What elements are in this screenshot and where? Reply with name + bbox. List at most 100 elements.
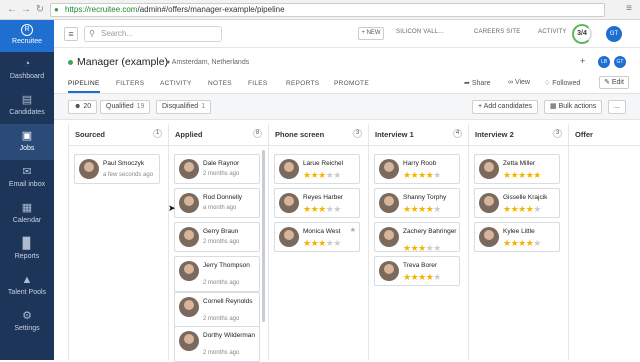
star-icon[interactable]: ★ <box>350 226 356 234</box>
candidate-card[interactable]: Monica West ★★★★★ ★ <box>274 222 360 252</box>
add-member-icon[interactable]: + <box>580 56 585 66</box>
search-input[interactable]: ⚲ Search... <box>84 26 222 42</box>
search-icon: ⚲ <box>89 29 95 38</box>
tab-pipeline[interactable]: PIPELINE <box>68 80 100 93</box>
candidate-photo <box>379 159 399 179</box>
candidate-card[interactable]: Dale Raynor 2 months ago <box>174 154 260 184</box>
member-avatar[interactable]: GT <box>614 56 626 68</box>
candidate-name: Cornell Reynolds <box>203 298 253 305</box>
user-avatar[interactable]: GT <box>606 26 622 42</box>
candidate-card[interactable]: Treva Borer ★★★★★ <box>374 256 460 286</box>
candidate-card[interactable]: Larue Reichel ★★★★★ <box>274 154 360 184</box>
candidate-card[interactable]: Dorthy Wilderman 2 months ago <box>174 326 260 362</box>
new-button[interactable]: + NEW <box>358 27 384 40</box>
browser-menu-icon[interactable]: ≡ <box>626 3 632 14</box>
brand-logo[interactable]: R Recruitee <box>0 20 54 52</box>
tab-notes[interactable]: NOTES <box>208 80 232 87</box>
stage-title: Applied <box>175 130 203 139</box>
people-icon: ☻ <box>74 103 84 110</box>
activity-link[interactable]: ACTIVITY <box>538 29 567 35</box>
url-host: https://recruitee.com <box>65 5 138 14</box>
stage-header: Sourced 1 <box>69 124 168 146</box>
hamburger-menu-icon[interactable]: ≡ <box>64 27 78 41</box>
reload-icon[interactable]: ↻ <box>34 4 46 16</box>
back-icon[interactable]: ← <box>6 4 18 16</box>
candidate-name: Larue Reichel <box>303 160 344 167</box>
sidebar-item-dashboard[interactable]: ◔ Dashboard <box>0 52 54 88</box>
stage-count: 3 <box>353 129 362 138</box>
forward-icon[interactable]: → <box>20 4 32 16</box>
stage-header: Phone screen 3 <box>269 124 368 146</box>
disqualified-filter[interactable]: Disqualified 1 <box>156 100 212 114</box>
bulk-actions-button[interactable]: ▦ Bulk actions <box>544 100 603 114</box>
rating-stars: ★★★★★ <box>303 238 341 248</box>
rating-stars: ★★★★★ <box>503 238 541 248</box>
candidate-name: Gisselle Krajcik <box>503 194 548 201</box>
status-dot <box>68 59 73 65</box>
candidate-card[interactable]: Kylee Little ★★★★★ <box>474 222 560 252</box>
stage-title: Sourced <box>75 130 106 139</box>
candidate-card[interactable]: Shanny Torphy ★★★★★ <box>374 188 460 218</box>
candidate-card[interactable]: Reyes Harber ★★★★★ <box>274 188 360 218</box>
candidate-photo <box>179 227 199 247</box>
share-button[interactable]: ➦ Share <box>464 79 491 87</box>
candidate-card[interactable]: Cornell Reynolds 2 months ago <box>174 292 260 328</box>
candidate-timestamp: 2 months ago <box>203 316 240 322</box>
url-path: /admin#/offers/manager-example/pipeline <box>137 5 285 14</box>
sidebar: R Recruitee ◔ Dashboard ▤ Candidates ▣ Jobs… <box>0 20 54 360</box>
candidate-card[interactable]: Jerry Thompson 2 months ago <box>174 256 260 292</box>
more-options-button[interactable]: ... <box>608 100 626 114</box>
candidate-photo <box>179 297 199 317</box>
careers-site-link[interactable]: CAREERS SITE <box>474 29 520 35</box>
candidate-card[interactable]: Rod Donnelly a month ago <box>174 188 260 218</box>
sidebar-item-settings[interactable]: ⚙ Settings <box>0 304 54 340</box>
candidate-card[interactable]: Gisselle Krajcik ★★★★★ <box>474 188 560 218</box>
stage-header: Interview 2 3 <box>469 124 568 146</box>
candidate-photo <box>79 159 99 179</box>
candidate-card[interactable]: Zetta Miller ★★★★★ <box>474 154 560 184</box>
sidebar-item-reports[interactable]: ▉ Reports <box>0 232 54 268</box>
tab-promote[interactable]: PROMOTE <box>334 80 369 87</box>
sidebar-item-talent-pools[interactable]: ▲ Talent Pools <box>0 268 54 304</box>
candidate-card[interactable]: Zachery Bahringer ★★★★★ <box>374 222 460 253</box>
tab-filters[interactable]: FILTERS <box>116 80 144 87</box>
address-bar[interactable]: ● https://recruitee.com/admin#/offers/ma… <box>50 3 605 17</box>
all-candidates-filter[interactable]: ☻ 20 <box>68 100 98 114</box>
candidate-card[interactable]: Harry Roob ★★★★★ <box>374 154 460 184</box>
disqualified-count: 1 <box>201 103 206 110</box>
sidebar-item-label: Candidates <box>9 109 45 116</box>
edit-button[interactable]: ✎ Edit <box>599 76 629 89</box>
tab-reports[interactable]: REPORTS <box>286 80 319 87</box>
stage-column-applied: Applied 8 Dale Raynor 2 months ago Rod Do… <box>168 124 268 362</box>
view-button[interactable]: ∞ View <box>508 79 530 86</box>
tab-activity[interactable]: ACTIVITY <box>160 80 192 87</box>
pencil-icon: ✎ <box>604 79 612 86</box>
candidate-name: Rod Donnelly <box>203 194 243 201</box>
candidate-name: Gerry Braun <box>203 228 239 235</box>
stage-title: Interview 1 <box>375 130 414 139</box>
onboarding-progress[interactable]: 3/4 <box>572 24 592 44</box>
link-icon: ∞ <box>508 79 515 86</box>
stage-column-interview-1: Interview 1 4 Harry Roob ★★★★★ Shanny Tor… <box>368 124 468 360</box>
followed-button[interactable]: ♢ Followed <box>544 79 580 87</box>
candidate-card[interactable]: Gerry Braun 2 months ago <box>174 222 260 252</box>
search-placeholder: Search... <box>101 29 134 38</box>
company-switcher[interactable]: SILICON VALL... <box>396 29 444 35</box>
candidate-timestamp: a month ago <box>203 205 237 211</box>
tab-files[interactable]: FILES <box>248 80 268 87</box>
sidebar-item-calendar[interactable]: ▦ Calendar <box>0 196 54 232</box>
qualified-filter[interactable]: Qualified 19 <box>100 100 151 114</box>
candidate-photo <box>179 159 199 179</box>
candidate-name: Dorthy Wilderman <box>203 332 256 339</box>
candidate-photo <box>379 193 399 213</box>
member-avatar[interactable]: LB <box>598 56 610 68</box>
job-header: Manager (example) ● Amsterdam, Netherlan… <box>54 48 640 94</box>
sidebar-item-email-inbox[interactable]: ✉ Email inbox <box>0 160 54 196</box>
candidate-card[interactable]: Paul Smoczyk a few seconds ago <box>74 154 160 184</box>
column-scrollbar[interactable] <box>262 150 265 322</box>
rating-stars: ★★★★★ <box>503 170 541 180</box>
sidebar-item-candidates[interactable]: ▤ Candidates <box>0 88 54 124</box>
sidebar-item-label: Talent Pools <box>7 289 47 296</box>
sidebar-item-jobs[interactable]: ▣ Jobs <box>0 124 54 160</box>
add-candidates-button[interactable]: + Add candidates <box>472 100 538 114</box>
